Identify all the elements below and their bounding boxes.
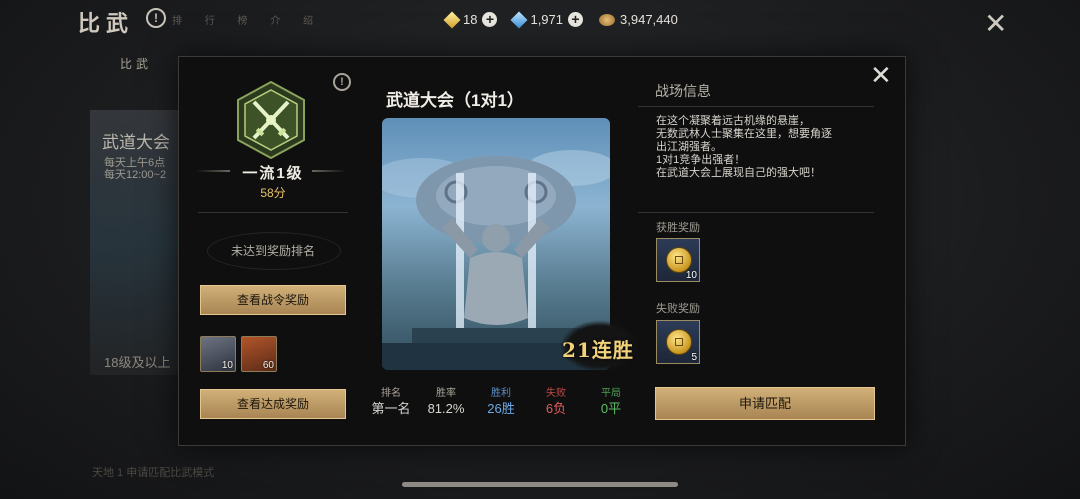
- battlefield-description: 在这个凝聚着远古机缘的悬崖， 无数武林人士聚集在这里，想要角逐 出江湖强者。 1…: [656, 115, 866, 180]
- win-reward-label: 获胜奖励: [656, 222, 700, 234]
- rank-help-icon[interactable]: !: [333, 73, 351, 91]
- stat-losses: 失败 6负: [529, 388, 583, 418]
- book-item[interactable]: 10: [200, 336, 236, 372]
- lose-reward-label: 失败奖励: [656, 303, 700, 315]
- page-title: 比武: [78, 11, 135, 37]
- description-line: 在这个凝聚着远古机缘的悬崖，: [656, 115, 810, 127]
- background-card-title: 武道大会: [102, 133, 170, 152]
- stat-value: 26胜: [487, 401, 515, 416]
- stat-label: 胜利: [491, 388, 511, 399]
- stat-label: 失败: [546, 388, 566, 399]
- item-count: 5: [691, 352, 697, 363]
- gold-coin-icon: [666, 329, 692, 355]
- currency-coins: 3,947,440: [599, 12, 678, 27]
- item-count: 10: [685, 270, 697, 281]
- win-streak-text: 21连胜: [562, 338, 634, 362]
- stat-label: 平局: [601, 388, 621, 399]
- win-reward-item[interactable]: 10: [656, 238, 700, 282]
- battlefield-info-title: 战场信息: [655, 83, 711, 99]
- blue-gem-icon: [510, 11, 528, 28]
- stat-value: 第一名: [371, 401, 411, 416]
- faded-tab-strip[interactable]: 排 行 榜 介 绍: [172, 12, 323, 27]
- stat-draws: 平局 0平: [584, 388, 638, 418]
- add-blue-gem-button[interactable]: +: [568, 12, 584, 27]
- description-line: 在武道大会上展现自己的强大吧！: [656, 167, 821, 179]
- description-line: 无数武林人士聚集在这里，想要角逐: [656, 128, 832, 140]
- rank-name: 一流1级: [242, 165, 304, 182]
- coin-amount: 3,947,440: [620, 12, 678, 27]
- background-card-line: 每天12:00~2: [104, 169, 167, 181]
- apply-match-button[interactable]: 申请匹配: [655, 387, 875, 420]
- view-achievement-rewards-button[interactable]: 查看达成奖励: [200, 389, 346, 419]
- rank-emblem-icon: [237, 80, 305, 160]
- stat-label: 排名: [381, 388, 401, 399]
- stat-value: 81.2%: [427, 401, 465, 416]
- stat-value: 0平: [600, 401, 622, 416]
- description-line: 出江湖强者。: [656, 141, 722, 153]
- background-card-footer: 18级及以上: [104, 355, 171, 370]
- close-modal-button[interactable]: ✕: [870, 62, 892, 88]
- stat-wins: 胜利 26胜: [474, 388, 528, 418]
- help-icon[interactable]: !: [146, 8, 166, 28]
- reward-rank-status: 未达到奖励排名: [230, 244, 315, 258]
- mode-title: 武道大会（1对1）: [386, 91, 524, 110]
- pouch-item[interactable]: 60: [241, 336, 277, 372]
- stat-win-rate: 胜率 81.2%: [419, 388, 473, 418]
- reward-divider: [638, 212, 874, 213]
- item-count: 60: [262, 360, 274, 371]
- lose-reward-item[interactable]: 5: [656, 320, 700, 364]
- stat-value: 6负: [545, 401, 567, 416]
- tab-bi-wu[interactable]: 比武: [120, 55, 152, 72]
- currency-bar: 18 + 1,971 + 3,947,440: [443, 11, 688, 28]
- view-pass-rewards-button[interactable]: 查看战令奖励: [200, 285, 346, 315]
- gold-gem-icon: [443, 11, 461, 28]
- description-line: 1对1竞争出强者！: [656, 154, 746, 166]
- home-indicator[interactable]: [402, 482, 678, 487]
- stat-label: 胜率: [436, 388, 456, 399]
- item-count: 10: [221, 360, 233, 371]
- add-gold-gem-button[interactable]: +: [482, 12, 498, 27]
- left-divider: [198, 212, 348, 213]
- info-divider: [638, 106, 874, 107]
- close-page-button[interactable]: ✕: [984, 10, 1007, 38]
- coin-pile-icon: [599, 13, 616, 26]
- rank-score: 58分: [260, 186, 286, 200]
- currency-gold-gem: 18 +: [443, 11, 498, 28]
- blue-gem-amount: 1,971: [530, 12, 564, 27]
- stat-rank: 排名 第一名: [364, 388, 418, 418]
- gold-gem-amount: 18: [463, 12, 478, 27]
- currency-blue-gem: 1,971 +: [510, 11, 584, 28]
- background-bottom-note: 天地 1 申请匹配比武模式: [92, 467, 215, 479]
